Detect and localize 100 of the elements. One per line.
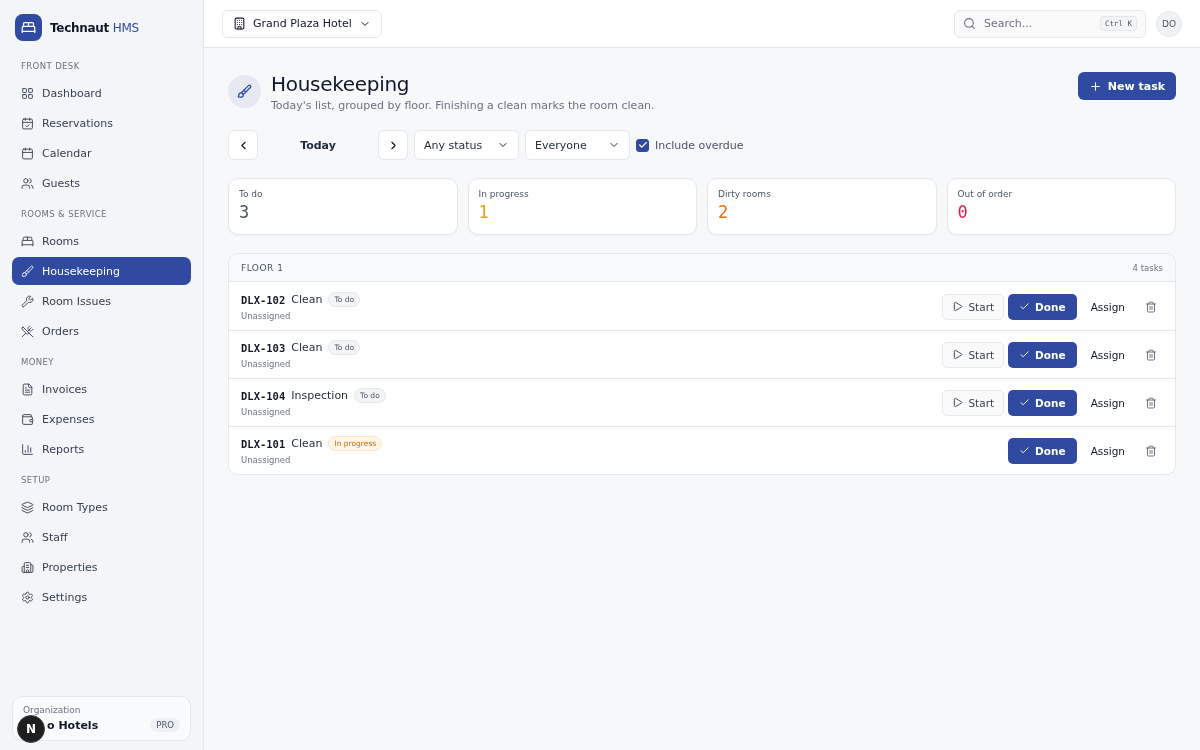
done-button[interactable]: Done: [1008, 293, 1077, 320]
task-type: Clean: [291, 341, 323, 354]
section-title: MONEY: [20, 357, 55, 367]
nav-label: Orders: [42, 324, 79, 338]
overdue-checkbox[interactable]: [636, 138, 649, 152]
assignee-text: Unassigned: [241, 359, 292, 369]
nav-label: Reports: [42, 442, 85, 456]
bar-chart-icon: [21, 442, 34, 456]
done-button[interactable]: Done: [1008, 389, 1077, 416]
check-icon: [1019, 397, 1031, 408]
new-task-button[interactable]: New task: [1077, 72, 1176, 100]
nav-item[interactable]: Room Types: [12, 493, 191, 521]
room-code: DLX-103: [241, 341, 286, 354]
wrench-icon: [21, 294, 34, 308]
nav-label: Calendar: [42, 146, 92, 160]
nav-label: Room Issues: [42, 294, 111, 308]
building-icon: [233, 17, 246, 30]
nav-item[interactable]: Properties: [12, 553, 191, 581]
assignee-text: Unassigned: [241, 311, 292, 321]
room-code: DLX-104: [241, 389, 286, 402]
nav-label: Room Types: [42, 500, 108, 514]
nav-item[interactable]: Expenses: [12, 405, 191, 433]
stat-value: 1: [478, 202, 490, 222]
wallet-icon: [21, 412, 34, 426]
grid-icon: [21, 86, 34, 100]
nav-item[interactable]: Room Issues: [12, 287, 191, 315]
section-title: FRONT DESK: [20, 61, 81, 71]
assignee-text: Unassigned: [241, 455, 292, 465]
brand-name: Technaut HMS: [50, 20, 139, 35]
page-title: Housekeeping: [271, 72, 411, 96]
nav-item[interactable]: Calendar: [12, 139, 191, 167]
check-icon: [1019, 301, 1031, 312]
building-icon: [21, 560, 34, 574]
plus-icon: [1088, 79, 1102, 93]
document-icon: [21, 382, 34, 396]
assignee-select[interactable]: Everyone: [525, 130, 630, 160]
search-input[interactable]: Search...: [982, 16, 1094, 31]
layers-icon: [21, 500, 34, 514]
nav-label: Rooms: [42, 234, 80, 248]
bed-icon: [21, 20, 36, 35]
settings-icon: [21, 590, 34, 604]
organization-name: o Hotels: [47, 718, 99, 732]
start-button[interactable]: Start: [942, 341, 1005, 368]
nav-label: Guests: [42, 176, 81, 190]
stat-label: Out of order: [957, 189, 1014, 199]
trash-icon: [1145, 300, 1157, 313]
start-button[interactable]: Start: [942, 389, 1005, 416]
search-icon: [963, 17, 976, 30]
nav-label: Housekeeping: [42, 264, 120, 278]
status-select[interactable]: Any status: [414, 130, 519, 160]
nav-item[interactable]: Staff: [12, 523, 191, 551]
calendar-check-icon: [21, 116, 34, 130]
group-title: FLOOR 1: [241, 262, 284, 273]
users-icon: [21, 176, 34, 190]
user-avatar[interactable]: DO: [1156, 10, 1182, 37]
done-button[interactable]: Done: [1008, 341, 1077, 368]
task-count: 4 tasks: [1132, 262, 1163, 273]
stat-label: In progress: [478, 189, 530, 199]
assign-button[interactable]: Assign: [1080, 341, 1135, 368]
nav-item[interactable]: Guests: [12, 169, 191, 197]
section-title: ROOMS & SERVICE: [20, 209, 108, 219]
play-icon: [952, 397, 964, 408]
assignee-text: Unassigned: [241, 407, 292, 417]
task-type: Clean: [291, 437, 323, 450]
assign-button[interactable]: Assign: [1080, 389, 1135, 416]
room-code: DLX-101: [241, 437, 286, 450]
utensils-icon: [21, 324, 34, 338]
nav-item[interactable]: Housekeeping: [12, 257, 191, 285]
nav-item[interactable]: Rooms: [12, 227, 191, 255]
date-label: Today: [299, 138, 337, 152]
nav-label: Dashboard: [42, 86, 102, 100]
section-title: SETUP: [20, 475, 52, 485]
dev-indicator[interactable]: N: [17, 715, 45, 743]
users-icon: [21, 530, 34, 544]
nav-label: Invoices: [42, 382, 88, 396]
task-type: Clean: [291, 293, 323, 306]
nav-item[interactable]: Reports: [12, 435, 191, 463]
assign-button[interactable]: Assign: [1080, 437, 1135, 464]
nav-item[interactable]: Dashboard: [12, 79, 191, 107]
nav-label: Settings: [42, 590, 88, 604]
nav-label: Properties: [42, 560, 98, 574]
organization-card[interactable]: Organization N o Hotels PRO: [12, 696, 191, 741]
brush-icon: [237, 84, 252, 99]
stat-label: Dirty rooms: [718, 189, 772, 199]
organization-label: Organization: [23, 705, 82, 715]
trash-icon: [1145, 348, 1157, 361]
trash-icon: [1145, 396, 1157, 409]
stat-value: 3: [239, 202, 251, 222]
done-button[interactable]: Done: [1008, 437, 1077, 464]
nav-item[interactable]: Reservations: [12, 109, 191, 137]
brush-icon: [21, 264, 34, 278]
start-button[interactable]: Start: [942, 293, 1005, 320]
check-icon: [1019, 445, 1031, 456]
room-code: DLX-102: [241, 293, 286, 306]
nav-item[interactable]: Invoices: [12, 375, 191, 403]
nav-item[interactable]: Settings: [12, 583, 191, 611]
stat-value: 2: [718, 202, 730, 222]
property-selector[interactable]: Grand Plaza Hotel: [222, 9, 382, 38]
assign-button[interactable]: Assign: [1080, 293, 1135, 320]
nav-item[interactable]: Orders: [12, 317, 191, 345]
